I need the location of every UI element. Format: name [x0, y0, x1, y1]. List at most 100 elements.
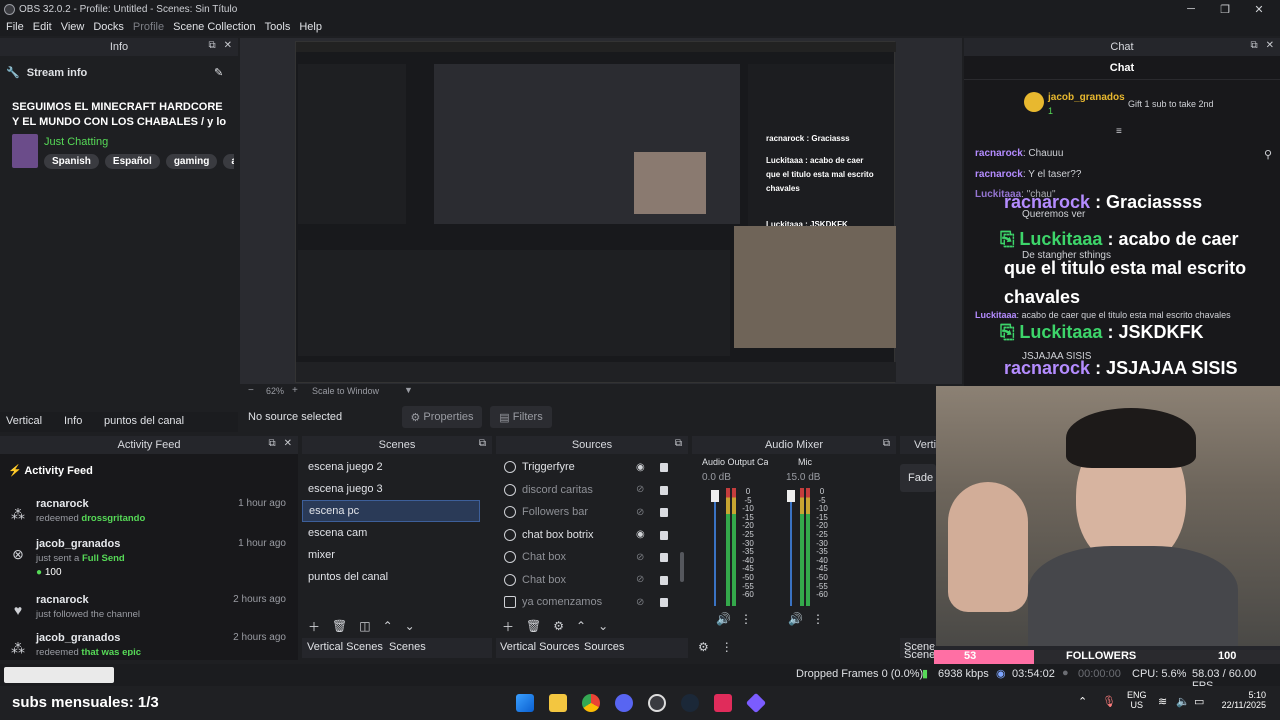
- close-window-button[interactable]: ✕: [1242, 0, 1276, 18]
- microphone-icon[interactable]: 🎙: [1102, 695, 1116, 708]
- volume-slider-handle[interactable]: [787, 490, 795, 502]
- scale-mode-select[interactable]: Scale to Window: [312, 386, 379, 396]
- undock-icon[interactable]: ⧉: [1250, 40, 1257, 51]
- eye-icon[interactable]: ◉: [636, 529, 645, 540]
- menu-help[interactable]: Help: [299, 21, 322, 33]
- obs-icon[interactable]: [648, 694, 666, 712]
- trash-icon[interactable]: 🗑: [332, 619, 347, 633]
- tab-puntos-del-canal[interactable]: puntos del canal: [104, 412, 184, 430]
- source-item[interactable]: discord caritas ⊘: [496, 479, 688, 502]
- lock-icon[interactable]: [660, 508, 668, 517]
- category-link[interactable]: Just Chatting: [44, 136, 108, 148]
- gift-sub-button[interactable]: Gift 1 sub to take 2nd: [1128, 99, 1214, 109]
- close-dock-icon[interactable]: ✕: [1266, 40, 1274, 51]
- tab-vertical[interactable]: Vertical: [6, 412, 42, 430]
- lock-icon[interactable]: [660, 598, 668, 607]
- expand-icon[interactable]: ≡: [1116, 126, 1122, 137]
- tiktok-icon[interactable]: [714, 694, 732, 712]
- volume-slider-track[interactable]: [714, 494, 716, 606]
- menu-tools[interactable]: Tools: [265, 21, 291, 33]
- filters-button[interactable]: ▤ Filters: [490, 406, 552, 428]
- scene-item[interactable]: escena cam: [302, 522, 492, 544]
- source-item[interactable]: Triggerfyre ◉: [496, 456, 688, 479]
- source-item[interactable]: Followers bar ⊘: [496, 501, 688, 524]
- eye-hidden-icon[interactable]: ⊘: [636, 574, 644, 585]
- tab-vertical-scenes[interactable]: Vertical Scenes: [307, 638, 383, 656]
- kebab-menu-icon[interactable]: ⋮: [721, 640, 733, 654]
- zoom-out-button[interactable]: −: [248, 385, 254, 396]
- add-icon[interactable]: ＋: [308, 618, 320, 635]
- filter-icon[interactable]: ◫: [359, 619, 370, 633]
- speaker-icon[interactable]: 🔊: [716, 612, 731, 626]
- undock-icon[interactable]: ⧉: [675, 438, 682, 449]
- chevron-down-icon[interactable]: ▼: [404, 385, 413, 395]
- language-indicator[interactable]: ENG US: [1127, 690, 1147, 710]
- scene-item[interactable]: escena juego 3: [302, 478, 492, 500]
- zoom-in-button[interactable]: +: [292, 385, 298, 396]
- wifi-icon[interactable]: ≋: [1158, 695, 1167, 708]
- menu-view[interactable]: View: [61, 21, 85, 33]
- add-icon[interactable]: ＋: [502, 618, 514, 635]
- chevron-up-icon[interactable]: ⌃: [576, 619, 586, 633]
- menu-file[interactable]: File: [6, 21, 24, 33]
- eye-hidden-icon[interactable]: ⊘: [636, 552, 644, 563]
- eye-hidden-icon[interactable]: ⊘: [636, 597, 644, 608]
- feed-item[interactable]: ⊗ jacob_granados just sent a Full Send ●…: [0, 538, 298, 588]
- kebab-menu-icon[interactable]: ⋮: [740, 612, 752, 626]
- menu-profile[interactable]: Profile: [133, 21, 164, 33]
- discord-icon[interactable]: [615, 694, 633, 712]
- volume-slider-handle[interactable]: [711, 490, 719, 502]
- mini-window-thumbnail[interactable]: [4, 667, 114, 683]
- eye-hidden-icon[interactable]: ⊘: [636, 507, 644, 518]
- menu-docks[interactable]: Docks: [93, 21, 124, 33]
- tag-chip[interactable]: Spanish: [44, 154, 99, 169]
- lock-icon[interactable]: [660, 530, 668, 540]
- close-dock-icon[interactable]: ✕: [284, 438, 292, 449]
- steam-icon[interactable]: [681, 694, 699, 712]
- feed-item[interactable]: ⁂ jacob_granados redeemed that was epic …: [0, 632, 298, 656]
- kebab-menu-icon[interactable]: ⋮: [812, 612, 824, 626]
- preview-area[interactable]: racnarock : Graciasss Luckitaaa : acabo …: [240, 38, 962, 396]
- tag-chip[interactable]: gaming: [165, 154, 218, 169]
- tab-vertical-sources[interactable]: Vertical Sources: [500, 638, 579, 656]
- chevron-down-icon[interactable]: ⌄: [598, 619, 608, 633]
- undock-icon[interactable]: ⧉: [479, 438, 486, 449]
- lock-icon[interactable]: [660, 575, 668, 585]
- scene-item[interactable]: escena juego 2: [302, 456, 492, 478]
- chevron-up-icon[interactable]: ⌃: [383, 619, 393, 633]
- lock-icon[interactable]: [660, 463, 668, 472]
- eye-hidden-icon[interactable]: ⊘: [636, 484, 644, 495]
- feed-item[interactable]: ♥ racnarock just followed the channel 2 …: [0, 594, 298, 634]
- battery-icon[interactable]: ▭: [1194, 695, 1204, 708]
- chevron-down-icon[interactable]: ⌄: [405, 619, 415, 633]
- lock-icon[interactable]: [660, 485, 668, 495]
- tag-chip[interactable]: Español: [104, 154, 160, 169]
- tag-chip[interactable]: arger: [223, 154, 234, 169]
- speaker-icon[interactable]: 🔊: [788, 612, 803, 626]
- menu-scene-collection[interactable]: Scene Collection: [173, 21, 256, 33]
- menu-edit[interactable]: Edit: [33, 21, 52, 33]
- source-item[interactable]: ya comenzamos ⊘: [496, 591, 688, 614]
- maximize-button[interactable]: ❐: [1208, 0, 1242, 18]
- lock-icon[interactable]: [660, 553, 668, 562]
- source-item[interactable]: Chat box ⊘: [496, 546, 688, 569]
- clock[interactable]: 5:10 22/11/2025: [1214, 690, 1266, 710]
- undock-icon[interactable]: ⧉: [883, 438, 890, 449]
- tab-info[interactable]: Info: [64, 412, 82, 430]
- windows-start-icon[interactable]: [516, 694, 534, 712]
- source-item[interactable]: Chat box ⊘: [496, 569, 688, 592]
- chevron-up-icon[interactable]: ⌃: [1078, 695, 1087, 708]
- gear-icon[interactable]: ⚙: [698, 640, 709, 654]
- scene-item-selected[interactable]: escena pc: [302, 500, 480, 522]
- file-explorer-icon[interactable]: [549, 694, 567, 712]
- volume-slider-track[interactable]: [790, 494, 792, 606]
- undock-icon[interactable]: ⧉: [268, 438, 275, 449]
- scene-item[interactable]: puntos del canal: [302, 566, 492, 588]
- volume-icon[interactable]: 🔈: [1176, 695, 1190, 708]
- scene-item[interactable]: mixer: [302, 544, 492, 566]
- minimize-button[interactable]: ─: [1174, 0, 1208, 18]
- edit-pencil-icon[interactable]: ✎: [214, 66, 223, 79]
- tab-sources[interactable]: Sources: [584, 638, 624, 656]
- properties-button[interactable]: ⚙ Properties: [402, 406, 482, 428]
- sources-scrollbar[interactable]: [680, 552, 684, 582]
